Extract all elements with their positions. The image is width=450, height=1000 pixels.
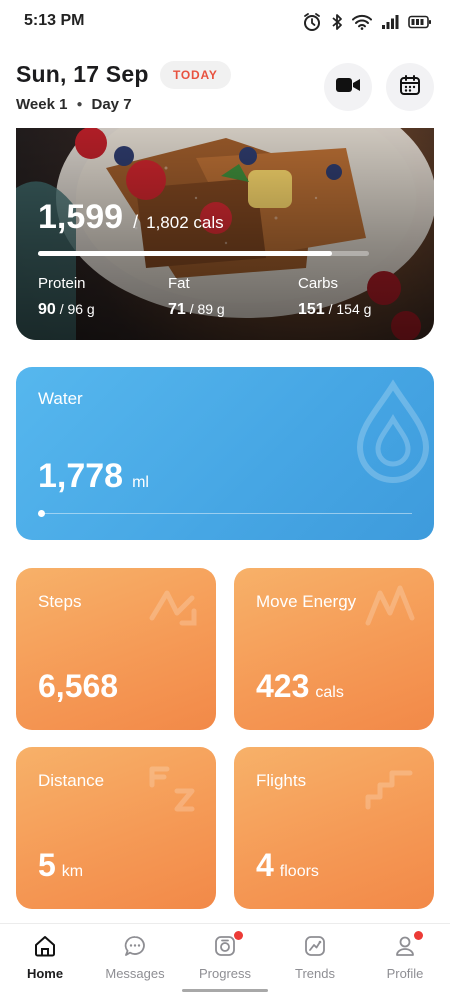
water-progress-handle bbox=[38, 510, 45, 517]
water-amount: 1,778 bbox=[38, 457, 124, 495]
nav-label: Profile bbox=[386, 966, 424, 981]
day-number: 7 bbox=[123, 96, 132, 113]
stairs-icon bbox=[365, 770, 413, 810]
water-card[interactable]: Water 1,778 ml bbox=[16, 367, 434, 540]
steps-value: 6,568 bbox=[38, 668, 118, 705]
macro-total: / 96 g bbox=[59, 301, 95, 317]
calorie-summary: 1,599 / 1,802 cals bbox=[38, 198, 224, 237]
video-button[interactable] bbox=[324, 63, 372, 111]
water-unit: ml bbox=[132, 474, 149, 491]
flights-card[interactable]: Flights 4 floors bbox=[234, 747, 434, 909]
move-energy-value: 423 cals bbox=[256, 668, 344, 705]
macro-value: 90 / 96 g bbox=[38, 301, 95, 319]
nav-label: Home bbox=[26, 966, 64, 981]
macro-total: / 89 g bbox=[189, 301, 225, 317]
water-drop-icon bbox=[356, 379, 430, 483]
week-label: Week bbox=[16, 96, 55, 113]
calories-separator: / bbox=[133, 212, 139, 232]
macro-amount: 71 bbox=[168, 301, 186, 318]
trend-chart-icon bbox=[303, 933, 327, 959]
alarm-icon bbox=[302, 12, 322, 32]
progress-badge bbox=[234, 931, 243, 940]
profile-badge bbox=[414, 931, 423, 940]
home-indicator bbox=[182, 989, 268, 992]
macro-label: Fat bbox=[168, 275, 190, 292]
bluetooth-icon bbox=[331, 13, 343, 31]
macro-amount: 151 bbox=[298, 301, 325, 318]
move-energy-unit: cals bbox=[315, 684, 344, 701]
macro-label: Protein bbox=[38, 275, 86, 292]
calendar-button[interactable] bbox=[386, 63, 434, 111]
steps-card[interactable]: Steps 6,568 bbox=[16, 568, 216, 730]
week-day-label: Week 1 ● Day 7 bbox=[16, 96, 132, 113]
week-number: 1 bbox=[59, 96, 68, 113]
calories-consumed: 1,599 bbox=[38, 198, 124, 236]
flights-unit: floors bbox=[279, 863, 319, 880]
status-bar: 5:13 PM bbox=[0, 0, 450, 44]
macro-amount: 90 bbox=[38, 301, 56, 318]
today-badge[interactable]: TODAY bbox=[160, 61, 231, 89]
flights-amount: 4 bbox=[256, 847, 274, 883]
battery-icon bbox=[408, 15, 432, 29]
macro-protein: Protein 90 / 96 g bbox=[38, 275, 95, 319]
water-value: 1,778 ml bbox=[38, 457, 149, 496]
move-energy-card[interactable]: Move Energy 423 cals bbox=[234, 568, 434, 730]
steps-amount: 6,568 bbox=[38, 668, 119, 704]
steps-icon bbox=[149, 590, 197, 626]
header: Sun, 17 Sep TODAY Week 1 ● Day 7 bbox=[0, 55, 450, 125]
separator-dot: ● bbox=[76, 99, 83, 110]
macro-fat: Fat 71 / 89 g bbox=[168, 275, 225, 319]
macro-total: / 154 g bbox=[328, 301, 372, 317]
water-progress-track bbox=[38, 513, 412, 514]
move-energy-label: Move Energy bbox=[256, 592, 357, 611]
wifi-icon bbox=[352, 14, 372, 30]
camera-icon bbox=[213, 931, 243, 959]
macro-carbs: Carbs 151 / 154 g bbox=[298, 275, 371, 319]
nav-item-messages[interactable]: Messages bbox=[90, 924, 180, 1000]
distance-amount: 5 bbox=[38, 847, 56, 883]
move-energy-amount: 423 bbox=[256, 668, 310, 704]
flights-value: 4 floors bbox=[256, 847, 319, 884]
distance-icon bbox=[149, 766, 195, 812]
water-label: Water bbox=[38, 389, 83, 408]
status-time: 5:13 PM bbox=[24, 12, 85, 29]
energy-icon bbox=[365, 585, 415, 626]
nav-label: Progress bbox=[198, 966, 252, 981]
user-icon bbox=[393, 931, 423, 959]
status-icons bbox=[302, 12, 432, 32]
calories-card[interactable]: 1,599 / 1,802 cals Protein 90 / 96 g Fat… bbox=[16, 128, 434, 340]
chat-icon bbox=[123, 933, 147, 959]
macro-value: 71 / 89 g bbox=[168, 301, 225, 319]
calendar-icon bbox=[399, 74, 421, 101]
distance-label: Distance bbox=[38, 771, 105, 790]
home-icon bbox=[33, 933, 57, 959]
nav-label: Trends bbox=[295, 966, 335, 981]
signal-icon bbox=[381, 14, 399, 30]
macro-label: Carbs bbox=[298, 275, 339, 292]
calories-total: 1,802 cals bbox=[146, 213, 224, 232]
steps-label: Steps bbox=[38, 592, 82, 611]
flights-label: Flights bbox=[256, 771, 307, 790]
nav-item-trends[interactable]: Trends bbox=[270, 924, 360, 1000]
page-title: Sun, 17 Sep bbox=[16, 61, 149, 87]
macro-value: 151 / 154 g bbox=[298, 301, 371, 319]
distance-unit: km bbox=[61, 863, 84, 880]
nav-label: Messages bbox=[105, 966, 165, 981]
day-label: Day bbox=[91, 96, 120, 113]
video-icon bbox=[335, 76, 361, 99]
calorie-progress-bar bbox=[38, 251, 369, 256]
distance-value: 5 km bbox=[38, 847, 83, 884]
nav-item-profile[interactable]: Profile bbox=[360, 924, 450, 1000]
distance-card[interactable]: Distance 5 km bbox=[16, 747, 216, 909]
calorie-progress-fill bbox=[38, 251, 332, 256]
nav-item-home[interactable]: Home bbox=[0, 924, 90, 1000]
